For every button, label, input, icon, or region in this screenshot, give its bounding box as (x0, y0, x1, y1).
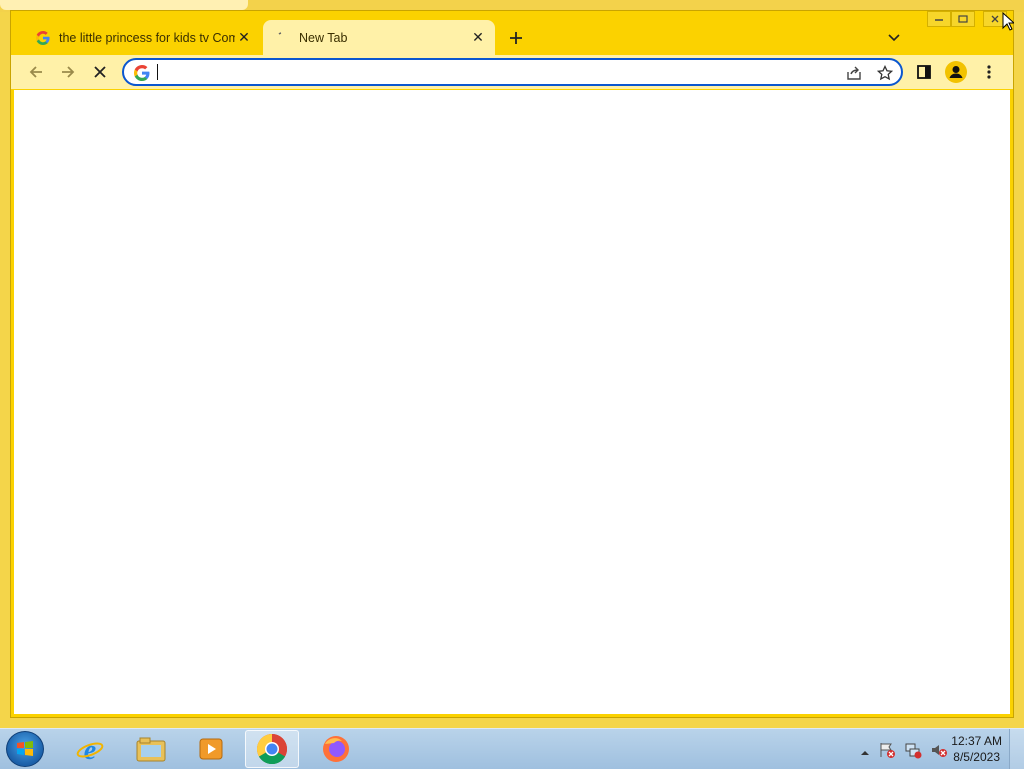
taskbar-firefox[interactable] (309, 730, 363, 768)
network-icon[interactable] (904, 741, 922, 764)
back-button[interactable] (24, 60, 48, 84)
google-g-icon (35, 30, 51, 46)
close-icon[interactable]: ✕ (235, 29, 253, 47)
internet-explorer-icon: e (76, 735, 104, 764)
maximize-button[interactable] (951, 11, 975, 27)
windows-explorer-icon (136, 737, 166, 762)
chevron-down-icon (888, 34, 900, 42)
windows-logo-icon (17, 741, 33, 756)
show-desktop-button[interactable] (1009, 729, 1024, 769)
volume-muted-icon[interactable] (930, 741, 948, 764)
tab-new-tab[interactable]: New Tab ✕ (263, 20, 495, 55)
kebab-menu-icon (987, 65, 991, 79)
taskbar: e 12:37 AM 8/5/2023 (0, 728, 1024, 769)
arrow-left-icon (29, 66, 42, 78)
clock-date: 8/5/2023 (953, 750, 1000, 764)
arrow-right-icon (62, 66, 75, 78)
tab-title: the little princess for kids tv Com (59, 30, 235, 45)
window-controls (927, 11, 1007, 27)
google-g-icon (134, 65, 150, 81)
star-icon[interactable] (876, 64, 894, 82)
system-clock[interactable]: 12:37 AM 8/5/2023 (951, 733, 1002, 765)
page-content[interactable] (14, 90, 1010, 714)
loading-icon (275, 30, 291, 46)
stop-button[interactable] (88, 60, 112, 84)
svg-text:e: e (84, 735, 96, 764)
address-input[interactable] (156, 63, 840, 83)
address-bar[interactable] (122, 58, 903, 86)
side-panel-icon (917, 65, 931, 79)
toolbar (11, 55, 1013, 89)
tab-strip: the little princess for kids tv Com ✕ Ne… (11, 11, 1013, 55)
taskbar-internet-explorer[interactable]: e (63, 730, 117, 768)
close-icon[interactable]: ✕ (469, 29, 487, 47)
mouse-cursor-icon (1002, 12, 1014, 31)
tab-little-princess[interactable]: the little princess for kids tv Com ✕ (23, 20, 261, 55)
tab-title: New Tab (299, 30, 348, 45)
plus-icon (510, 32, 522, 44)
menu-button[interactable] (977, 60, 1001, 84)
chevron-up-icon (861, 750, 869, 755)
share-icon[interactable] (845, 64, 863, 82)
show-hidden-icons-button[interactable] (860, 744, 870, 762)
forward-button[interactable] (56, 60, 80, 84)
clock-time: 12:37 AM (951, 734, 1002, 748)
chrome-icon (256, 734, 288, 765)
text-caret (157, 64, 158, 80)
system-tray (860, 741, 948, 764)
start-button[interactable] (6, 731, 44, 767)
tab-search-button[interactable] (883, 27, 905, 49)
taskbar-chrome[interactable] (245, 730, 299, 768)
minimize-button[interactable] (927, 11, 951, 27)
taskbar-media-player[interactable] (184, 730, 238, 768)
side-panel-button[interactable] (912, 60, 936, 84)
taskbar-windows-explorer[interactable] (124, 730, 178, 768)
background-window-tab (0, 0, 248, 10)
firefox-icon (323, 736, 349, 762)
media-player-icon (199, 738, 223, 760)
avatar-icon (945, 61, 967, 83)
action-center-icon[interactable] (878, 741, 896, 764)
chrome-window: the little princess for kids tv Com ✕ Ne… (10, 10, 1014, 718)
new-tab-button[interactable] (505, 27, 527, 49)
profile-button[interactable] (944, 60, 968, 84)
close-icon (94, 66, 106, 78)
